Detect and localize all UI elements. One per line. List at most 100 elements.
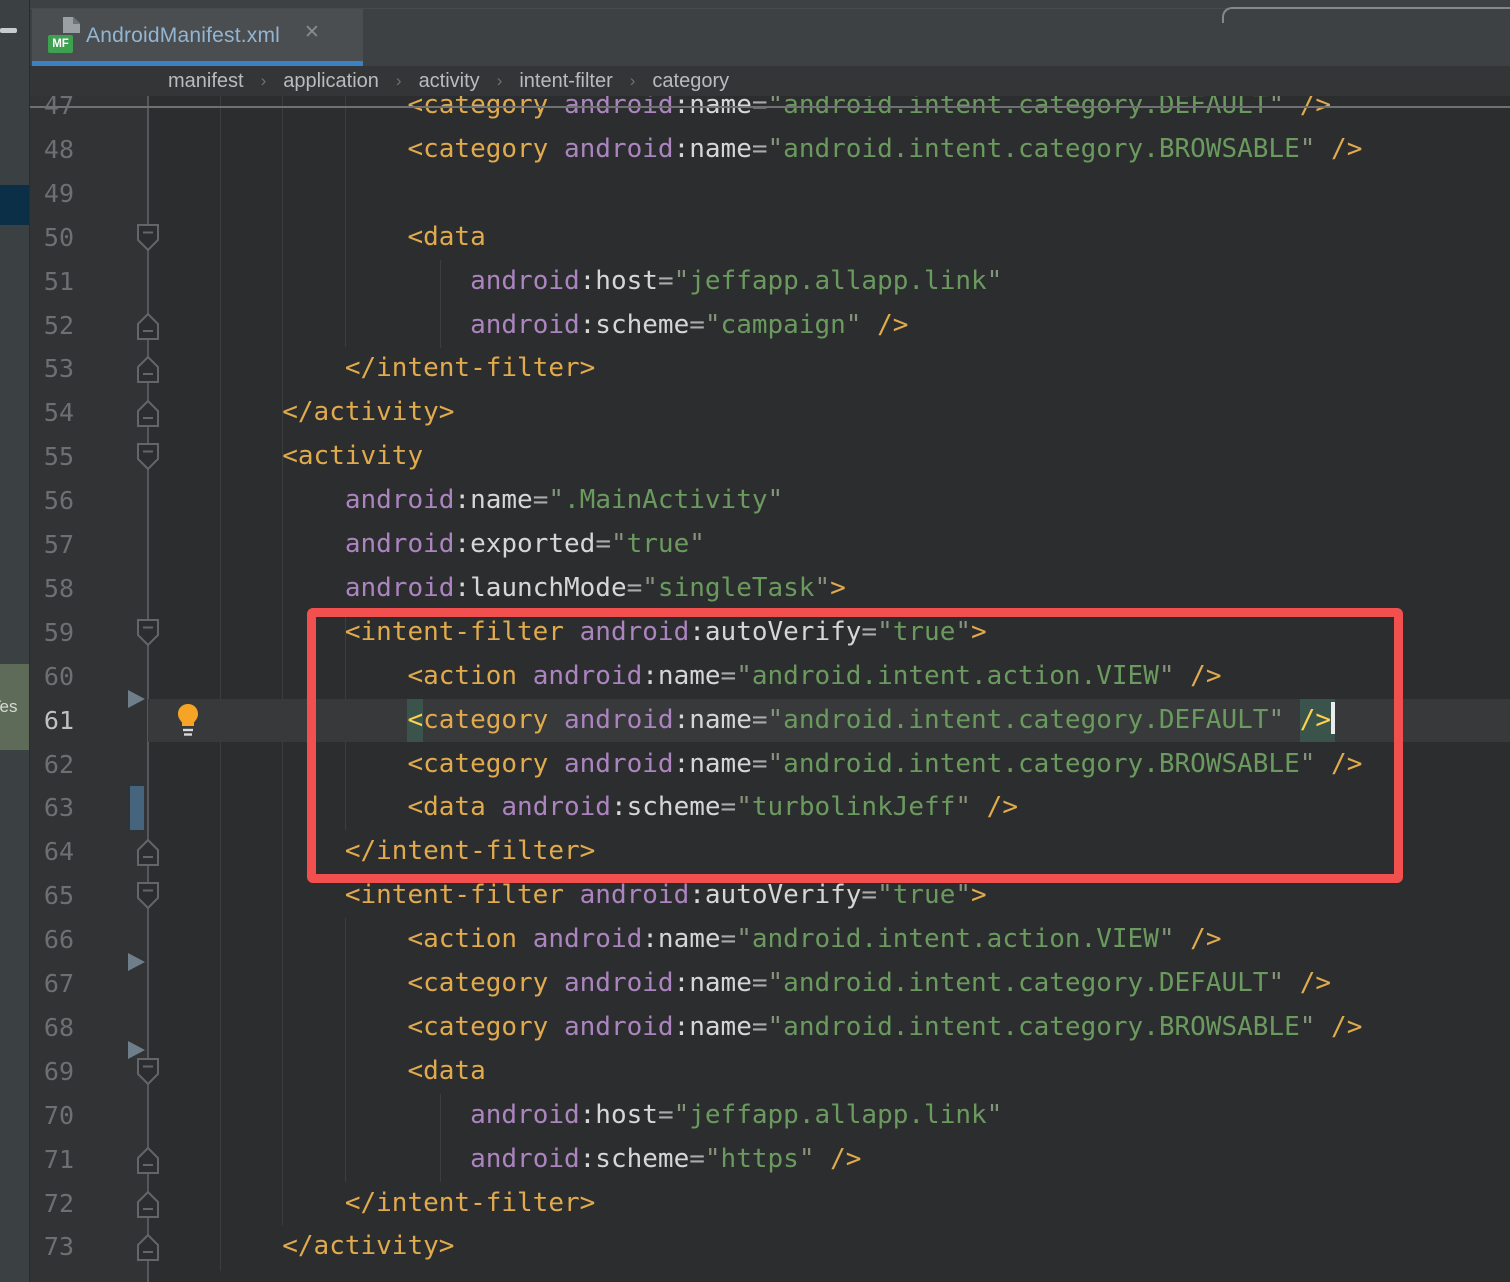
code-line-57[interactable]: 57 android:exported="true" [30,523,1510,567]
breadcrumb-item-intent-filter[interactable]: intent-filter [519,70,612,93]
line-number[interactable]: 47 [30,96,74,128]
code-text[interactable]: <data android:scheme="turbolinkJeff" /> [157,786,1018,830]
code-text[interactable]: </intent-filter> [157,830,595,874]
code-text[interactable]: android:launchMode="singleTask"> [157,567,846,611]
code-line-49[interactable]: 49 [30,172,1510,216]
code-text[interactable]: </intent-filter> [157,1182,595,1226]
line-number[interactable]: 52 [30,304,74,348]
code-text[interactable]: <category android:name="android.intent.c… [157,1006,1362,1050]
line-number[interactable]: 54 [30,391,74,435]
line-number[interactable]: 70 [30,1094,74,1138]
code-line-58[interactable]: 58 android:launchMode="singleTask"> [30,567,1510,611]
code-line-53[interactable]: 53 </intent-filter> [30,347,1510,391]
code-line-72[interactable]: 72 </intent-filter> [30,1182,1510,1226]
line-number[interactable]: 72 [30,1182,74,1226]
tab-androidmanifest[interactable]: MF AndroidManifest.xml ✕ [32,9,363,61]
line-number[interactable]: 66 [30,918,74,962]
line-number[interactable]: 49 [30,172,74,216]
code-text[interactable]: <action android:name="android.intent.act… [157,655,1221,699]
code-line-73[interactable]: 73 </activity> [30,1225,1510,1269]
code-line-59[interactable]: 59 <intent-filter android:autoVerify="tr… [30,611,1510,655]
code-editor[interactable]: 47 <category android:name="android.inten… [30,96,1510,1282]
code-text[interactable]: <data [157,1050,486,1094]
line-number[interactable]: 71 [30,1138,74,1182]
code-line-61[interactable]: 61 <category android:name="android.inten… [30,699,1510,743]
code-line-62[interactable]: 62 <category android:name="android.inten… [30,743,1510,787]
code-text[interactable]: <intent-filter android:autoVerify="true"… [157,611,987,655]
line-number[interactable]: 60 [30,655,74,699]
token-q: " [1268,705,1284,735]
line-number[interactable]: 57 [30,523,74,567]
code-line-50[interactable]: 50 <data [30,216,1510,260]
code-line-55[interactable]: 55 <activity [30,435,1510,479]
code-line-52[interactable]: 52 android:scheme="campaign" /> [30,304,1510,348]
code-text[interactable]: <category android:name="android.intent.c… [157,962,1331,1006]
line-number[interactable]: 62 [30,743,74,787]
code-line-68[interactable]: 68 <category android:name="android.inten… [30,1006,1510,1050]
stripe-test-badge[interactable]: Tes [0,664,30,750]
line-number[interactable]: 51 [30,260,74,304]
line-number[interactable]: 61 [30,699,74,743]
code-text[interactable]: <category android:name="android.intent.c… [157,743,1362,787]
code-text[interactable]: android:scheme="https" /> [157,1138,861,1182]
code-text[interactable]: <action android:name="android.intent.act… [157,918,1221,962]
code-text[interactable]: android:scheme="campaign" /> [157,304,908,348]
code-text[interactable]: <intent-filter android:autoVerify="true"… [157,874,987,918]
code-line-48[interactable]: 48 <category android:name="android.inten… [30,128,1510,172]
breadcrumb-item-application[interactable]: application [283,70,379,93]
line-number[interactable]: 63 [30,786,74,830]
breadcrumb-item-manifest[interactable]: manifest [168,70,244,93]
code-text[interactable]: android:exported="true" [157,523,705,567]
code-text[interactable]: </activity> [157,1225,454,1269]
token-n: android [580,880,690,910]
vcs-change-marker[interactable] [130,786,144,830]
line-number[interactable]: 53 [30,347,74,391]
line-number[interactable]: 68 [30,1006,74,1050]
line-number[interactable]: 67 [30,962,74,1006]
stripe-minimize-icon[interactable] [0,28,17,33]
line-number[interactable]: 55 [30,435,74,479]
code-text[interactable]: android:host="jeffapp.allapp.link" [157,260,1002,304]
code-line-54[interactable]: 54 </activity> [30,391,1510,435]
line-number[interactable]: 65 [30,874,74,918]
code-text[interactable]: <category android:name="android.intent.c… [157,96,1331,128]
code-text[interactable]: android:host="jeffapp.allapp.link" [157,1094,1002,1138]
line-number[interactable]: 48 [30,128,74,172]
token-q: " [877,617,893,647]
code-line-51[interactable]: 51 android:host="jeffapp.allapp.link" [30,260,1510,304]
code-line-63[interactable]: 63 <data android:scheme="turbolinkJeff" … [30,786,1510,830]
token-s: android.intent.category.BROWSABLE [783,134,1300,164]
code-line-60[interactable]: 60 <action android:name="android.intent.… [30,655,1510,699]
line-number[interactable]: 59 [30,611,74,655]
breadcrumb-item-category[interactable]: category [652,70,729,93]
code-text[interactable]: <activity [157,435,423,479]
line-number[interactable]: 64 [30,830,74,874]
code-line-67[interactable]: 67 <category android:name="android.inten… [30,962,1510,1006]
token-s: https [721,1144,799,1174]
breadcrumb-item-activity[interactable]: activity [419,70,480,93]
line-number[interactable]: 73 [30,1225,74,1269]
code-line-66[interactable]: 66 <action android:name="android.intent.… [30,918,1510,962]
code-line-70[interactable]: 70 android:host="jeffapp.allapp.link" [30,1094,1510,1138]
code-text[interactable]: <category android:name="android.intent.c… [157,699,1335,743]
token-t: <intent-filter [345,617,564,647]
line-number[interactable]: 58 [30,567,74,611]
breadcrumb-separator-icon: › [261,71,267,91]
code-line-65[interactable]: 65 <intent-filter android:autoVerify="tr… [30,874,1510,918]
code-text[interactable]: android:name=".MainActivity" [157,479,783,523]
code-line-71[interactable]: 71 android:scheme="https" /> [30,1138,1510,1182]
code-line-69[interactable]: 69 <data [30,1050,1510,1094]
tab-close-icon[interactable]: ✕ [304,21,320,44]
code-line-47[interactable]: 47 <category android:name="android.inten… [30,96,1510,128]
code-line-64[interactable]: 64 </intent-filter> [30,830,1510,874]
code-text[interactable]: </activity> [157,391,454,435]
code-text[interactable]: <data [157,216,486,260]
code-text[interactable]: </intent-filter> [157,347,595,391]
line-number[interactable]: 50 [30,216,74,260]
stripe-selected-marker[interactable] [0,185,30,225]
code-line-56[interactable]: 56 android:name=".MainActivity" [30,479,1510,523]
line-number[interactable]: 69 [30,1050,74,1094]
code-text[interactable]: <category android:name="android.intent.c… [157,128,1362,172]
line-number[interactable]: 56 [30,479,74,523]
stripe-test-badge-label: Tes [0,697,17,716]
